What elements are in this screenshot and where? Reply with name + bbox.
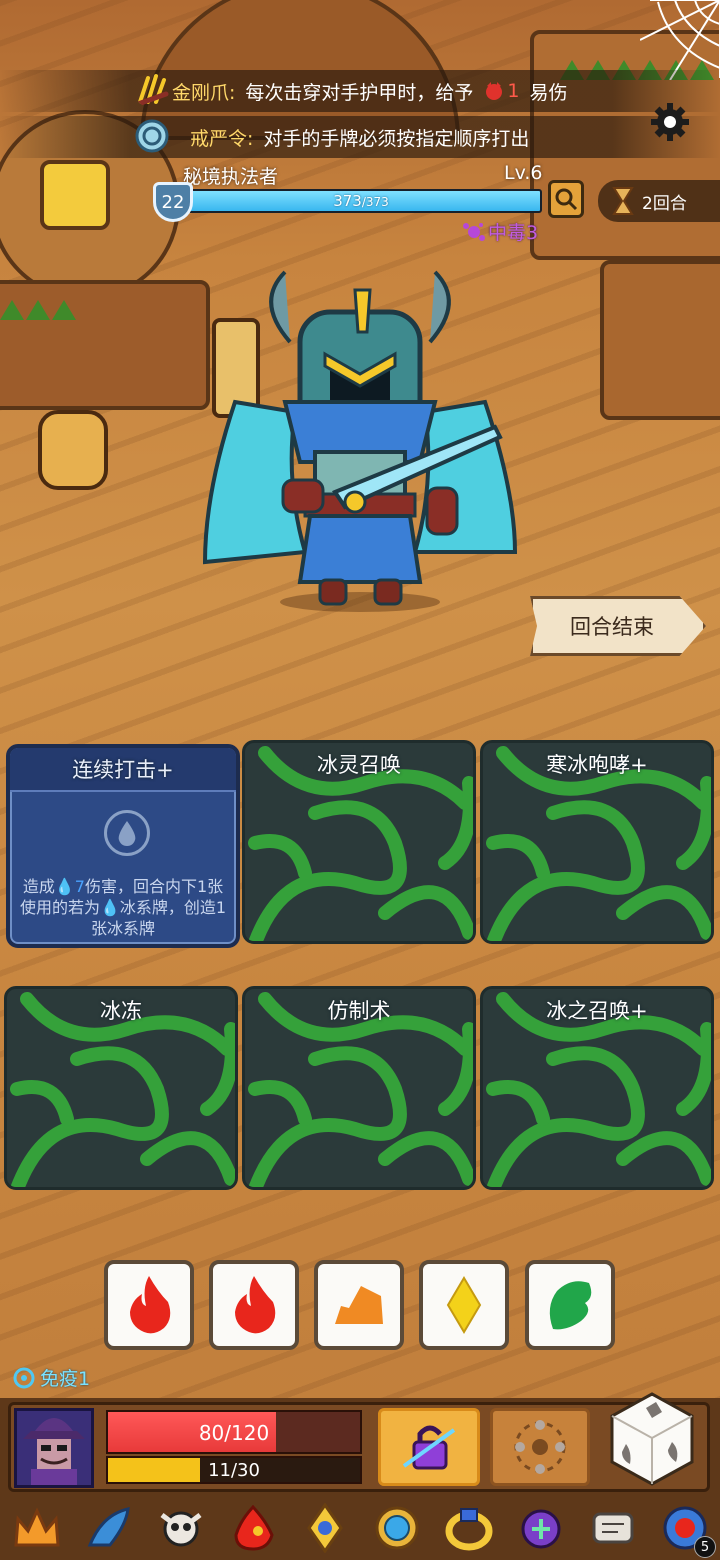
- relic-wheel-button[interactable]: [490, 1408, 590, 1486]
- player-energy-text: 11/30: [208, 1460, 260, 1481]
- enemy-name: 秘境执法者: [183, 166, 279, 188]
- armor-value: 22: [161, 191, 185, 213]
- gold-ring-icon[interactable]: [440, 1502, 498, 1554]
- die-leaf[interactable]: [525, 1260, 615, 1350]
- die-fire-2[interactable]: [209, 1260, 299, 1350]
- enemy-level: Lv.6: [504, 162, 543, 184]
- ruin-stones-right: [600, 260, 720, 420]
- hourglass-icon: [612, 187, 634, 215]
- claw-icon: [135, 74, 169, 107]
- immune-label: 免疫1: [40, 1368, 91, 1390]
- die-fire-1[interactable]: [104, 1260, 194, 1350]
- player-avatar[interactable]: [14, 1408, 94, 1488]
- wizard-portrait-icon: [17, 1411, 91, 1485]
- lock-icon: [402, 1425, 456, 1470]
- fire-icon: [130, 1276, 171, 1334]
- vulnerable-icon: [486, 82, 503, 100]
- rock-left: [38, 410, 108, 490]
- horn-icon[interactable]: [80, 1502, 138, 1554]
- vulnerable-count: 1: [507, 80, 520, 102]
- armor-shield-icon: 22: [153, 182, 193, 222]
- enemy-hp-bar: 373/373: [180, 189, 542, 213]
- poison-label: 中毒3: [488, 222, 539, 244]
- player-hp-bar: 80/120: [106, 1410, 362, 1454]
- card-description: 造成💧7伤害，回合内下1张使用的若为💧冰系牌，创造1张冰系牌: [19, 877, 227, 938]
- card-mimicry[interactable]: 仿制术: [242, 986, 476, 1190]
- orb-badge: 5: [694, 1536, 716, 1558]
- card-title: 冰之召唤+: [546, 999, 648, 1023]
- card-ice-spirit-summon[interactable]: 冰灵召唤: [242, 740, 476, 944]
- scroll-icon[interactable]: [584, 1502, 642, 1554]
- purple-amulet-icon[interactable]: [512, 1502, 570, 1554]
- inspect-button[interactable]: [548, 180, 584, 218]
- settings-gear-icon[interactable]: [650, 102, 690, 142]
- passive-effect-1[interactable]: 金刚爪: 每次击穿对手护甲时，给予 1 易伤: [172, 71, 568, 111]
- immune-status[interactable]: 免疫1: [12, 1364, 90, 1391]
- ruin-wheel-hub: [40, 160, 110, 230]
- card-title: 仿制术: [327, 999, 391, 1023]
- passive-effect-2[interactable]: 戒严令: 对手的手牌必须按指定顺序打出: [190, 117, 529, 157]
- player-hp-text: 80/120: [198, 1421, 270, 1445]
- turn-label: 2回合: [642, 193, 687, 214]
- cobweb-icon: [640, 0, 720, 80]
- poison-status[interactable]: 中毒3: [462, 218, 538, 245]
- earth-icon: [335, 1286, 383, 1324]
- card-title: 冰冻: [100, 999, 142, 1023]
- enemy-knight-sprite: [202, 270, 518, 612]
- card-title: 冰灵召唤: [317, 753, 401, 777]
- player-energy-bar: 11/30: [106, 1456, 362, 1484]
- red-flame-icon[interactable]: [224, 1502, 282, 1554]
- leaf-icon: [549, 1281, 592, 1330]
- die-diamond[interactable]: [419, 1260, 509, 1350]
- blue-gem-ring-icon[interactable]: [368, 1502, 426, 1554]
- end-turn-button[interactable]: 回合结束: [530, 596, 706, 656]
- passive-name: 金刚爪:: [172, 81, 236, 104]
- relic-wheel-icon: [514, 1420, 566, 1474]
- turn-counter: 2回合: [598, 180, 720, 222]
- seal-icon: [135, 119, 169, 153]
- card-title: 寒冰咆哮+: [546, 753, 648, 777]
- card-continuous-strike[interactable]: 连续打击+ 造成💧7伤害，回合内下1张使用的若为💧冰系牌，创造1张冰系牌: [6, 744, 240, 948]
- card-frost-roar[interactable]: 寒冰咆哮+: [480, 740, 714, 944]
- passive-text: 对手的手牌必须按指定顺序打出: [263, 127, 530, 150]
- fire-icon: [235, 1276, 276, 1334]
- orb-icon[interactable]: 5: [656, 1502, 716, 1558]
- card-ice-summon[interactable]: 冰之召唤+: [480, 986, 714, 1190]
- eye-amulet-icon[interactable]: [296, 1502, 354, 1554]
- rune-pattern-left: [0, 300, 76, 320]
- enemy-hp-text: 373/373: [333, 192, 389, 210]
- skull-icon[interactable]: [152, 1502, 210, 1554]
- crown-icon[interactable]: [8, 1502, 66, 1554]
- water-slot-icon: [104, 810, 150, 856]
- passive-text-end: 易伤: [529, 81, 568, 104]
- passive-name: 戒严令:: [190, 127, 254, 150]
- card-title: 连续打击+: [72, 758, 174, 782]
- card-freeze[interactable]: 冰冻: [4, 986, 238, 1190]
- roll-dice-button[interactable]: [610, 1392, 694, 1486]
- passive-text: 每次击穿对手护甲时，给予: [245, 81, 474, 104]
- die-earth[interactable]: [314, 1260, 404, 1350]
- lock-dice-button[interactable]: [378, 1408, 480, 1486]
- diamond-icon: [446, 1276, 482, 1334]
- relic-bar: 5: [8, 1500, 716, 1558]
- immune-icon: [13, 1367, 35, 1388]
- poison-icon: [463, 222, 485, 241]
- magnifier-icon: [555, 188, 578, 211]
